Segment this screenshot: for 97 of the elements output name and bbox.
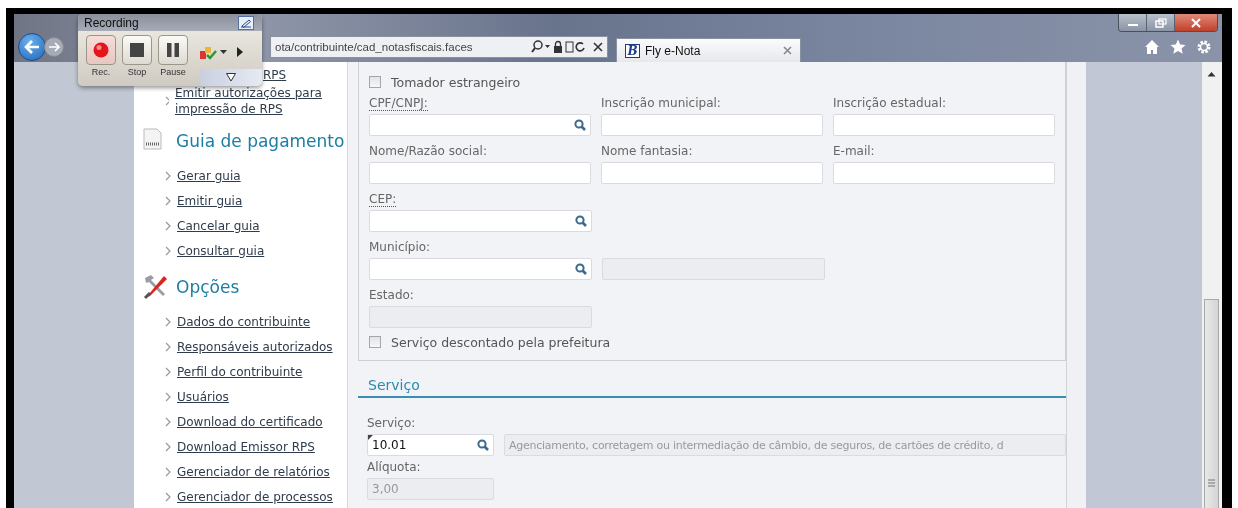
sidebar-link[interactable]: Download do certificado: [177, 413, 323, 430]
scrollbar[interactable]: [1202, 62, 1220, 508]
scroll-up-icon[interactable]: [1206, 71, 1216, 77]
field-label: Estado:: [369, 288, 414, 303]
input-field[interactable]: [369, 162, 591, 184]
chevron-icon: [165, 441, 171, 452]
search-icon[interactable]: [477, 439, 489, 451]
chevron-icon: [165, 170, 171, 181]
scrollbar-thumb[interactable]: [1203, 299, 1219, 508]
chevron-icon: [165, 466, 171, 477]
back-button[interactable]: [18, 33, 46, 61]
checkbox[interactable]: [369, 76, 381, 88]
tools-icon: [142, 274, 168, 300]
close-icon: [783, 46, 792, 55]
field-label: CEP:: [369, 192, 397, 207]
sidebar-link[interactable]: Perfil do contribuinte: [177, 363, 303, 380]
chevron-icon: [165, 366, 171, 377]
edit-icon[interactable]: [238, 15, 254, 30]
field-label: Município:: [369, 240, 431, 255]
chevron-icon: [165, 220, 171, 231]
search-icon[interactable]: [574, 119, 586, 131]
browser-tab[interactable]: B Fly e-Nota: [616, 38, 801, 62]
field-label: E-mail:: [833, 144, 875, 159]
chevron-icon: [165, 316, 171, 327]
chevron-icon: [165, 491, 171, 502]
home-icon[interactable]: [1144, 39, 1160, 55]
restore-icon: [1153, 17, 1168, 28]
sidebar-link[interactable]: Emitir guia: [177, 192, 243, 209]
section-heading: Guia de pagamento: [176, 131, 345, 151]
input-field[interactable]: [833, 114, 1055, 136]
field-label: Alíquota:: [367, 460, 421, 475]
sidebar-link[interactable]: Gerar guia: [177, 167, 241, 184]
chevron-icon: [165, 341, 171, 352]
input-field[interactable]: 10.01: [367, 434, 494, 456]
expand-icon[interactable]: [236, 46, 244, 58]
minimize-button[interactable]: [1119, 14, 1147, 31]
search-icon[interactable]: [575, 215, 587, 227]
search-icon[interactable]: [575, 263, 587, 275]
dropdown-icon: [226, 73, 236, 82]
sidebar-link[interactable]: Responsáveis autorizados: [177, 338, 333, 355]
chevron-icon: [165, 96, 169, 106]
sidebar-link[interactable]: Usuários: [177, 388, 229, 405]
close-icon: [1189, 17, 1203, 28]
close-button[interactable]: [1175, 14, 1217, 31]
rec-record-button[interactable]: [86, 35, 116, 65]
section-heading: Opções: [176, 277, 240, 297]
corner-marker-icon: [368, 435, 373, 440]
button-label: Pause: [160, 67, 186, 77]
button-label: Stop: [127, 67, 147, 77]
chevron-icon: [165, 391, 171, 402]
arrow-right-icon: [48, 42, 60, 52]
field-label: Serviço:: [367, 416, 416, 431]
rec-stop-button[interactable]: [122, 35, 152, 65]
record-icon: [92, 41, 110, 59]
sidebar-link[interactable]: RPS: [263, 66, 287, 83]
checkbox-label: Tomador estrangeiro: [391, 74, 521, 90]
input-field[interactable]: [601, 114, 823, 136]
grip-icon: [1207, 479, 1215, 487]
sidebar-link[interactable]: Consultar guia: [177, 242, 265, 259]
address-bar[interactable]: ota/contribuinte/cad_notasfiscais.faces: [270, 36, 608, 58]
favicon: B: [625, 43, 640, 58]
sidebar-link[interactable]: Download Emissor RPS: [177, 438, 315, 455]
sidebar-link[interactable]: Gerenciador de processos: [177, 488, 333, 505]
star-icon[interactable]: [1170, 39, 1186, 55]
chevron-icon: [165, 416, 171, 427]
sidebar-link[interactable]: Cancelar guia: [177, 217, 260, 234]
settings-icon[interactable]: [1196, 39, 1212, 55]
chevron-icon: [165, 245, 171, 256]
pause-icon: [164, 41, 182, 59]
button-label: Rec.: [91, 67, 111, 77]
checkbox-label: Serviço descontado pela prefeitura: [391, 334, 611, 350]
restore-button[interactable]: [1147, 14, 1175, 31]
field-label: Nome fantasia:: [601, 144, 693, 159]
tab-title: Fly e-Nota: [645, 43, 702, 58]
field-label: Inscrição municipal:: [601, 96, 721, 111]
stop-icon[interactable]: [593, 42, 603, 52]
url-text: ota/contribuinte/cad_notasfiscais.faces: [275, 41, 474, 53]
chevron-icon: [165, 195, 171, 206]
field-label: CPF/CNPJ:: [369, 96, 428, 111]
field-label: Nome/Razão social:: [369, 144, 487, 159]
input-field[interactable]: [369, 114, 591, 136]
sidebar-link[interactable]: Emitir autorizações para impressão de RPS: [174, 85, 345, 117]
sidebar-link[interactable]: Gerenciador de relatórios: [177, 463, 330, 480]
dropdown-strip[interactable]: [200, 69, 262, 86]
sidebar-link[interactable]: Dados do contribuinte: [177, 313, 311, 330]
input-field[interactable]: [601, 162, 823, 184]
stop-icon: [128, 41, 146, 59]
section-heading: Serviço: [358, 377, 1066, 398]
forward-button[interactable]: [44, 37, 64, 57]
input-field[interactable]: [369, 210, 592, 232]
input-field[interactable]: [369, 258, 592, 280]
checkbox[interactable]: [369, 336, 381, 348]
field-label: Inscrição estadual:: [833, 96, 946, 111]
recorder-title: Recording: [84, 15, 139, 30]
rec-pause-button[interactable]: [158, 35, 188, 65]
arrow-left-icon: [24, 40, 40, 54]
input-field[interactable]: [833, 162, 1055, 184]
